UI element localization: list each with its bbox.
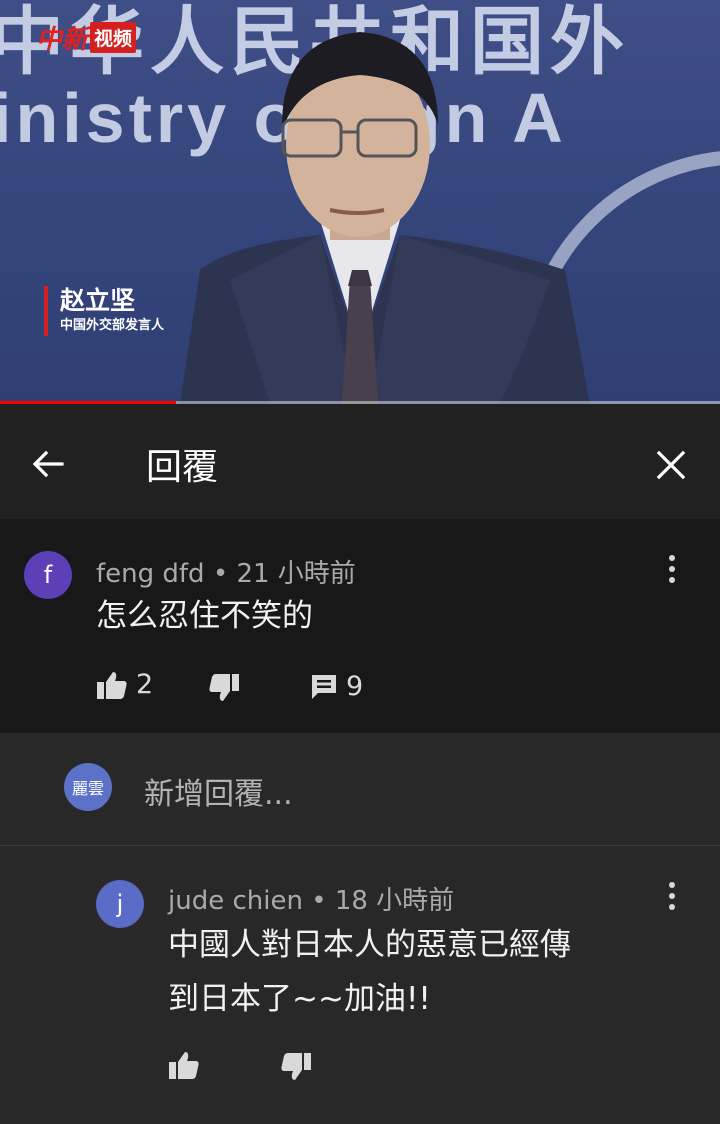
comment-meta: feng dfd • 21 小時前: [96, 553, 356, 590]
parent-comment: f feng dfd • 21 小時前 怎么忍住不笑的 2 9: [0, 519, 720, 733]
caption-name: 赵立坚: [60, 286, 136, 315]
reply-text-line1: 中國人對日本人的惡意已經傳: [168, 927, 571, 963]
avatar-letter: f: [43, 561, 53, 589]
reply-time[interactable]: 18 小時前: [335, 886, 454, 916]
thumbs-down-icon[interactable]: [208, 673, 240, 703]
meta-separator: •: [302, 886, 335, 916]
current-user-avatar: 麗雲: [64, 763, 112, 811]
avatar[interactable]: f: [24, 551, 72, 599]
thumbs-down-icon[interactable]: [280, 1052, 312, 1082]
reply-author[interactable]: jude chien: [168, 886, 303, 916]
close-icon[interactable]: [652, 446, 690, 484]
comment-icon: [312, 674, 336, 699]
more-options-icon[interactable]: [664, 880, 680, 912]
like-button[interactable]: 2: [96, 669, 153, 700]
thumbs-up-icon[interactable]: [168, 1050, 200, 1080]
like-count: 2: [136, 669, 154, 700]
logo-red-text: 中新: [36, 24, 89, 55]
comment-time[interactable]: 21 小時前: [236, 559, 355, 589]
replies-header: 回覆: [0, 404, 720, 519]
speaker-figure: [180, 32, 590, 404]
comment-author[interactable]: feng dfd: [96, 559, 205, 589]
reply-comment: j jude chien • 18 小時前 中國人對日本人的惡意已經傳 到日本了…: [0, 846, 720, 1122]
speaker-caption: 赵立坚 中国外交部发言人: [44, 286, 164, 336]
page-title: 回覆: [146, 447, 219, 488]
add-reply-input[interactable]: 新增回覆...: [144, 769, 293, 813]
avatar-letter: j: [116, 890, 124, 918]
reply-text-line2: 到日本了~~加油!!: [168, 981, 431, 1017]
add-reply-row[interactable]: 麗雲 新增回覆...: [0, 733, 720, 845]
meta-separator: •: [204, 559, 237, 589]
comment-text: 怎么忍住不笑的: [96, 598, 313, 634]
channel-logo: 中新 视频: [36, 20, 137, 55]
reply-count: 9: [346, 671, 364, 702]
current-user-avatar-text: 麗雲: [71, 779, 104, 798]
thumbs-up-icon: [97, 671, 127, 699]
reply-count-button[interactable]: 9: [310, 671, 363, 702]
video-player[interactable]: 中华人民共和国外 inistry oreign A 中新 视频 赵立坚 中国外交…: [0, 0, 720, 404]
arrow-left-icon[interactable]: [28, 444, 68, 484]
more-options-icon[interactable]: [664, 553, 680, 585]
avatar[interactable]: j: [96, 880, 144, 928]
logo-box-text: 视频: [90, 21, 137, 53]
caption-role: 中国外交部发言人: [60, 318, 165, 333]
reply-meta: jude chien • 18 小時前: [168, 880, 454, 917]
